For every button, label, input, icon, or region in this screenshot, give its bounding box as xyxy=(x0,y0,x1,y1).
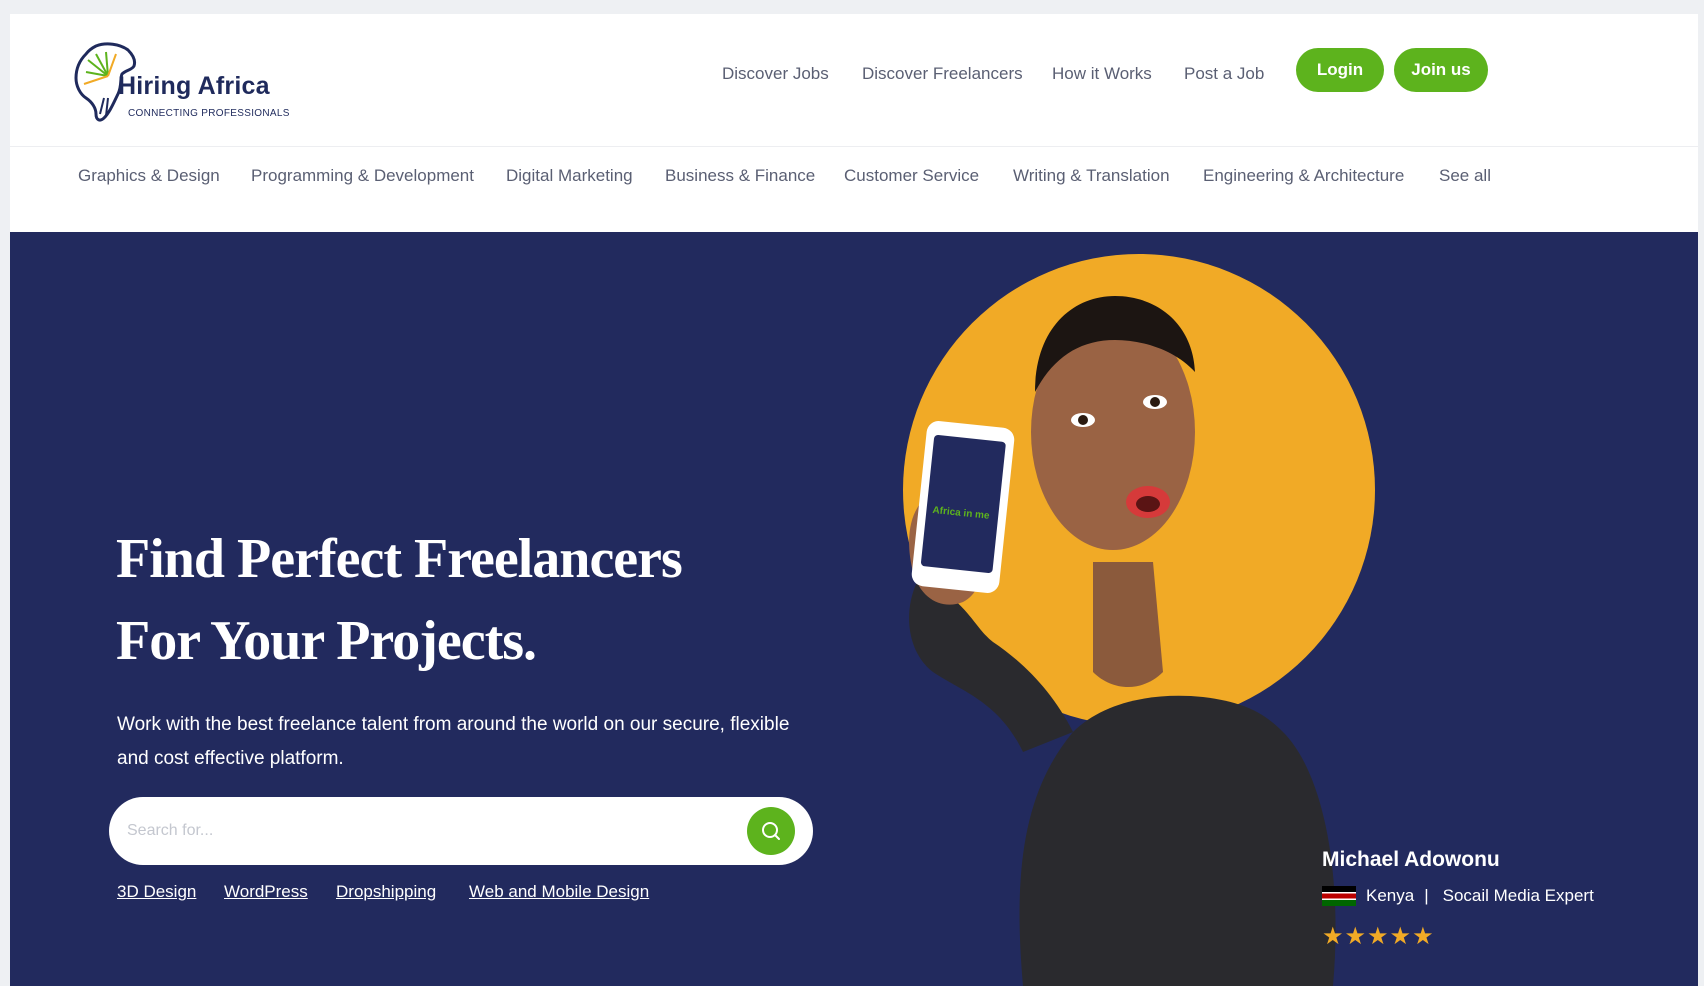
nav-discover-freelancers[interactable]: Discover Freelancers xyxy=(862,64,1023,84)
nav-divider xyxy=(10,146,1698,147)
hero-section: Find Perfect Freelancers For Your Projec… xyxy=(10,232,1698,986)
category-engineering-architecture[interactable]: Engineering & Architecture xyxy=(1203,166,1404,186)
category-see-all[interactable]: See all xyxy=(1439,166,1491,186)
logo[interactable]: Hiring Africa CONNECTING PROFESSIONALS xyxy=(74,42,314,142)
nav-how-it-works[interactable]: How it Works xyxy=(1052,64,1152,84)
browser-viewport: Hiring Africa CONNECTING PROFESSIONALS D… xyxy=(10,14,1698,986)
tag-dropshipping[interactable]: Dropshipping xyxy=(336,882,436,902)
hero-title: Find Perfect Freelancers For Your Projec… xyxy=(116,518,683,682)
logo-title: Hiring Africa xyxy=(118,72,270,100)
category-programming-development[interactable]: Programming & Development xyxy=(251,166,474,186)
category-graphics-design[interactable]: Graphics & Design xyxy=(78,166,220,186)
tag-3d-design[interactable]: 3D Design xyxy=(117,882,196,902)
login-button[interactable]: Login xyxy=(1296,48,1384,92)
search-input[interactable] xyxy=(127,815,707,847)
top-navigation: Hiring Africa CONNECTING PROFESSIONALS D… xyxy=(10,14,1698,146)
hero-title-line-2: For Your Projects. xyxy=(116,610,537,672)
tag-web-mobile-design[interactable]: Web and Mobile Design xyxy=(469,882,649,902)
nav-discover-jobs[interactable]: Discover Jobs xyxy=(722,64,829,84)
featured-freelancer-card: Michael Adowonu Kenya | Socail Media Exp… xyxy=(1322,848,1594,950)
category-writing-translation[interactable]: Writing & Translation xyxy=(1013,166,1170,186)
join-us-button[interactable]: Join us xyxy=(1394,48,1488,92)
hero-title-line-1: Find Perfect Freelancers xyxy=(116,528,683,590)
freelancer-role: Socail Media Expert xyxy=(1442,886,1594,905)
search-bar xyxy=(109,797,813,865)
freelancer-country: Kenya xyxy=(1366,886,1415,905)
featured-freelancer-photo: Africa in me xyxy=(909,296,1336,986)
logo-tagline: CONNECTING PROFESSIONALS xyxy=(128,108,290,119)
category-digital-marketing[interactable]: Digital Marketing xyxy=(506,166,633,186)
rating-stars: ★★★★★ xyxy=(1322,923,1435,950)
meta-separator: | xyxy=(1424,886,1429,905)
freelancer-name: Michael Adowonu xyxy=(1322,848,1500,871)
search-icon xyxy=(762,822,780,840)
tag-wordpress[interactable]: WordPress xyxy=(224,882,308,902)
kenya-flag-icon xyxy=(1322,886,1356,906)
freelancer-meta: Kenya | Socail Media Expert xyxy=(1322,886,1594,906)
nav-post-a-job[interactable]: Post a Job xyxy=(1184,64,1264,84)
category-customer-service[interactable]: Customer Service xyxy=(844,166,979,186)
category-navigation: Graphics & Design Programming & Developm… xyxy=(10,166,1698,206)
search-button[interactable] xyxy=(747,807,795,855)
category-business-finance[interactable]: Business & Finance xyxy=(665,166,815,186)
hero-description: Work with the best freelance talent from… xyxy=(117,714,790,769)
